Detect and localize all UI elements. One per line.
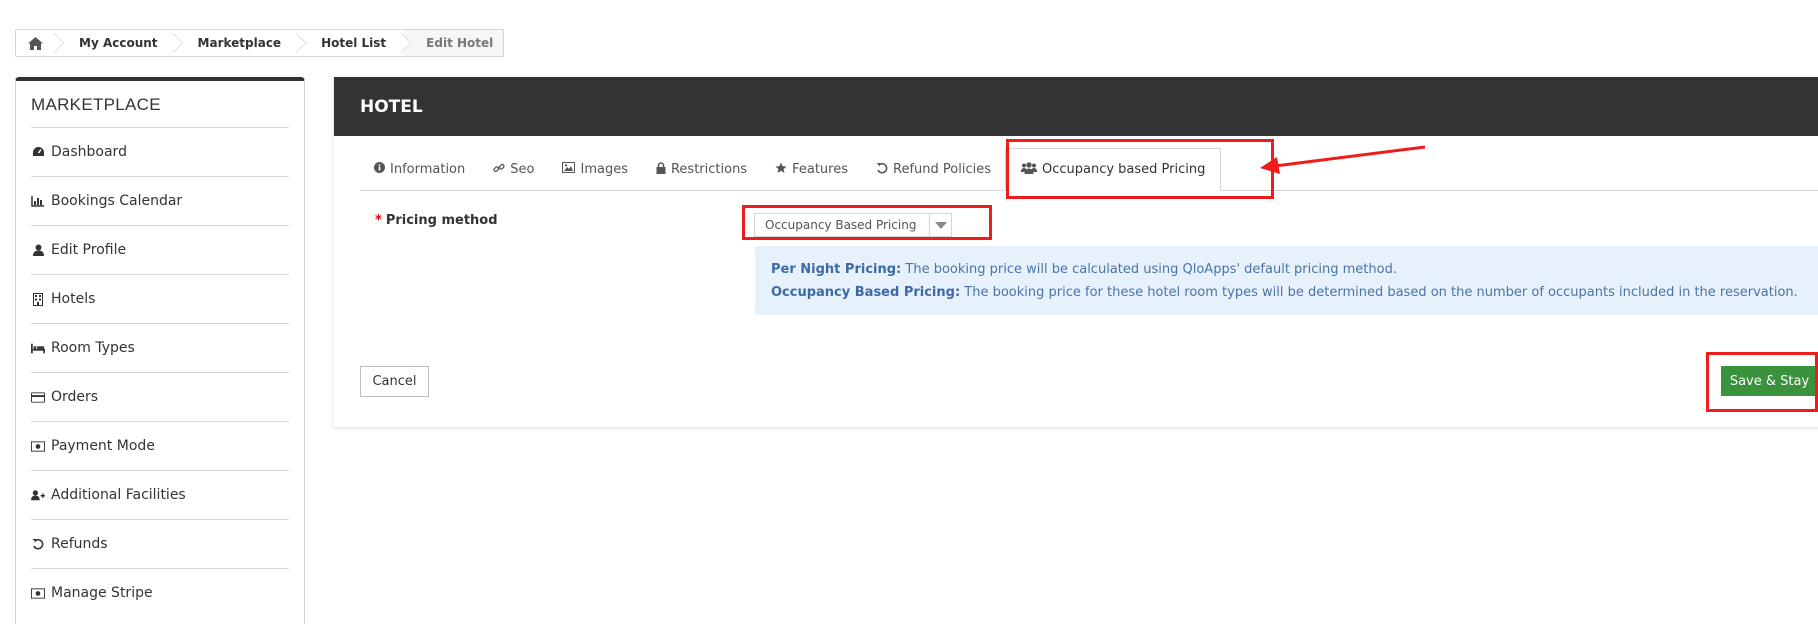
cancel-button[interactable]: Cancel	[360, 366, 429, 397]
sidebar-item-orders[interactable]: Orders	[31, 372, 289, 421]
sidebar-item-payment-mode[interactable]: Payment Mode	[31, 421, 289, 470]
star-icon	[775, 162, 787, 177]
dashboard-icon	[31, 146, 45, 158]
money-icon	[31, 587, 45, 599]
sidebar-item-label: Edit Profile	[51, 242, 127, 258]
sidebar: MARKETPLACE Dashboard Bookings Calendar …	[15, 77, 305, 624]
occupancy-title: Occupancy Based Pricing:	[771, 285, 961, 300]
tab-label: Features	[792, 161, 848, 177]
tab-label: Refund Policies	[893, 161, 991, 177]
bar-chart-icon	[31, 195, 45, 207]
user-plus-icon	[31, 489, 45, 501]
page: My Account Marketplace Hotel List Edit H…	[0, 0, 1818, 624]
panel-title: HOTEL	[334, 77, 1818, 136]
required-mark: *	[375, 213, 382, 228]
money-icon	[31, 440, 45, 452]
building-icon	[31, 292, 45, 306]
breadcrumb-label: Marketplace	[197, 36, 282, 50]
sidebar-item-additional-facilities[interactable]: Additional Facilities	[31, 470, 289, 519]
occupancy-text: The booking price for these hotel room t…	[960, 285, 1798, 300]
users-icon	[1020, 162, 1037, 177]
sidebar-item-refunds[interactable]: Refunds	[31, 519, 289, 568]
sidebar-menu: Dashboard Bookings Calendar Edit Profile…	[16, 127, 304, 617]
tab-label: Seo	[510, 161, 535, 177]
sidebar-item-label: Orders	[51, 389, 99, 405]
per-night-text: The booking price will be calculated usi…	[901, 262, 1397, 277]
tab-label: Occupancy based Pricing	[1041, 162, 1206, 177]
tab-information[interactable]: Information	[360, 148, 479, 190]
hotel-tabs: Information Seo Images Restrictions Feat…	[360, 148, 1818, 191]
tab-features[interactable]: Features	[761, 148, 862, 190]
sidebar-item-label: Payment Mode	[51, 438, 155, 454]
pricing-method-select[interactable]: Occupancy Based Pricing	[754, 213, 952, 237]
image-icon	[562, 162, 576, 176]
breadcrumb-my-account[interactable]: My Account	[57, 30, 183, 56]
sidebar-item-label: Room Types	[51, 340, 135, 356]
tab-restrictions[interactable]: Restrictions	[642, 148, 761, 190]
credit-card-icon	[31, 391, 45, 403]
sidebar-item-edit-profile[interactable]: Edit Profile	[31, 225, 289, 274]
sidebar-item-manage-stripe[interactable]: Manage Stripe	[31, 568, 289, 617]
lock-icon	[656, 161, 666, 177]
chevron-down-icon	[929, 214, 951, 236]
breadcrumb-label: Edit Hotel	[426, 36, 494, 50]
bed-icon	[31, 343, 45, 354]
undo-icon	[876, 162, 888, 177]
undo-icon	[31, 538, 45, 550]
link-icon	[493, 162, 505, 177]
pricing-method-value: Occupancy Based Pricing	[765, 218, 917, 232]
user-icon	[31, 244, 45, 256]
pricing-info-box: Per Night Pricing: The booking price wil…	[755, 246, 1818, 315]
sidebar-item-label: Refunds	[51, 536, 108, 552]
tab-occupancy-based-pricing[interactable]: Occupancy based Pricing	[1004, 148, 1222, 191]
sidebar-item-room-types[interactable]: Room Types	[31, 323, 289, 372]
tab-seo[interactable]: Seo	[479, 148, 548, 190]
sidebar-item-label: Manage Stripe	[51, 585, 153, 601]
sidebar-item-label: Bookings Calendar	[51, 193, 183, 209]
sidebar-item-label: Additional Facilities	[51, 487, 186, 503]
per-night-info: Per Night Pricing: The booking price wil…	[771, 258, 1809, 281]
per-night-title: Per Night Pricing:	[771, 262, 902, 277]
tab-label: Images	[580, 161, 628, 177]
sidebar-item-dashboard[interactable]: Dashboard	[31, 127, 289, 176]
breadcrumb-label: Hotel List	[321, 36, 387, 50]
tab-label: Information	[390, 161, 466, 177]
breadcrumb-hotel-list[interactable]: Hotel List	[299, 30, 412, 56]
tab-label: Restrictions	[670, 161, 748, 177]
sidebar-item-label: Hotels	[51, 291, 96, 307]
tab-images[interactable]: Images	[548, 148, 642, 190]
breadcrumb: My Account Marketplace Hotel List Edit H…	[15, 29, 505, 57]
breadcrumb-label: My Account	[79, 36, 158, 50]
occupancy-info: Occupancy Based Pricing: The booking pri…	[771, 281, 1809, 304]
breadcrumb-marketplace[interactable]: Marketplace	[176, 30, 307, 56]
info-circle-icon	[374, 162, 385, 176]
sidebar-item-hotels[interactable]: Hotels	[31, 274, 289, 323]
sidebar-title: MARKETPLACE	[31, 95, 161, 114]
pricing-method-label: * Pricing method	[375, 213, 498, 228]
sidebar-item-bookings-calendar[interactable]: Bookings Calendar	[31, 176, 289, 225]
breadcrumb-current: Edit Hotel	[404, 30, 504, 56]
pricing-method-text: Pricing method	[385, 213, 498, 228]
breadcrumb-home[interactable]	[16, 30, 65, 56]
home-icon	[28, 36, 43, 50]
tab-refund-policies[interactable]: Refund Policies	[862, 148, 1005, 190]
save-and-stay-button[interactable]: Save & Stay	[1721, 366, 1818, 396]
sidebar-item-label: Dashboard	[51, 144, 127, 160]
